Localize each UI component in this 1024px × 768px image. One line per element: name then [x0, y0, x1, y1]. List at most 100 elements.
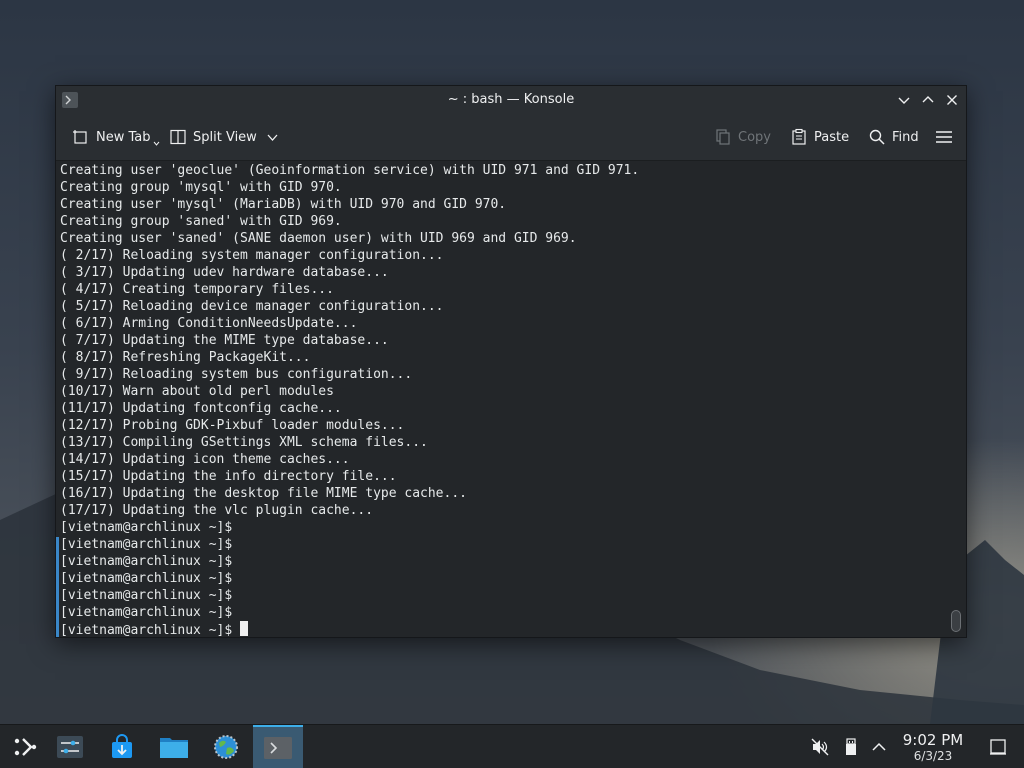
clock-date: 6/3/23	[913, 749, 953, 763]
terminal-line: ( 9/17) Reloading system bus configurati…	[60, 366, 639, 383]
terminal-line-text: ( 7/17) Updating the MIME type database.…	[60, 333, 389, 348]
web-browser-icon	[214, 735, 238, 759]
terminal-line: Creating user 'geoclue' (Geoinformation …	[60, 162, 639, 179]
terminal-line: (11/17) Updating fontconfig cache...	[60, 400, 639, 417]
terminal-line: ( 7/17) Updating the MIME type database.…	[60, 332, 639, 349]
application-launcher-icon	[14, 738, 37, 756]
terminal-line-text: [vietnam@archlinux ~]$	[60, 623, 241, 637]
clock-time: 9:02 PM	[902, 731, 964, 749]
copy-button[interactable]: Copy	[714, 127, 771, 147]
command-marker-bar	[56, 537, 59, 637]
show-desktop-icon	[990, 739, 1006, 755]
terminal-line-text: Creating user 'mysql' (MariaDB) with UID…	[60, 197, 507, 212]
terminal-line-text: (10/17) Warn about old perl modules	[60, 384, 334, 399]
file-manager-button[interactable]	[149, 725, 199, 768]
show-desktop-button[interactable]	[988, 737, 1008, 757]
minimize-button[interactable]	[896, 92, 912, 108]
terminal-line: (15/17) Updating the info directory file…	[60, 468, 639, 485]
copy-icon	[716, 129, 730, 145]
application-launcher-button[interactable]	[0, 725, 50, 768]
terminal-line-text: Creating user 'saned' (SANE daemon user)…	[60, 231, 577, 246]
terminal-line: ( 2/17) Reloading system manager configu…	[60, 247, 639, 264]
new-tab-button[interactable]: New Tab	[72, 127, 160, 147]
terminal-line-text: Creating user 'geoclue' (Geoinformation …	[60, 163, 640, 178]
window-titlebar[interactable]: ~ : bash — Konsole	[56, 86, 966, 114]
terminal-line-text: Creating group 'mysql' with GID 970.	[60, 180, 342, 195]
show-hidden-icons-button[interactable]	[869, 737, 889, 757]
find-button[interactable]: Find	[868, 127, 919, 147]
split-view-icon	[170, 129, 186, 145]
split-view-button[interactable]: Split View	[169, 127, 278, 147]
terminal-line: [vietnam@archlinux ~]$	[60, 536, 639, 553]
search-icon	[869, 129, 885, 145]
terminal-line: (14/17) Updating icon theme caches...	[60, 451, 639, 468]
konsole-window: ~ : bash — Konsole New Tab Split View Co…	[55, 85, 967, 638]
terminal-line: ( 4/17) Creating temporary files...	[60, 281, 639, 298]
terminal-lines: Creating user 'geoclue' (Geoinformation …	[60, 162, 639, 637]
terminal-line: (12/17) Probing GDK-Pixbuf loader module…	[60, 417, 639, 434]
terminal-line-text: (12/17) Probing GDK-Pixbuf loader module…	[60, 418, 405, 433]
terminal-line: ( 3/17) Updating udev hardware database.…	[60, 264, 639, 281]
terminal-line-text: (11/17) Updating fontconfig cache...	[60, 401, 342, 416]
usb-device-icon	[846, 738, 856, 755]
paste-label: Paste	[814, 129, 850, 145]
discover-store-button[interactable]	[97, 725, 147, 768]
chevron-down-icon	[898, 97, 910, 104]
system-settings-icon	[57, 736, 83, 758]
terminal-line-text: (16/17) Updating the desktop file MIME t…	[60, 486, 467, 501]
find-label: Find	[892, 129, 919, 145]
terminal-line-text: (13/17) Compiling GSettings XML schema f…	[60, 435, 428, 450]
konsole-toolbar: New Tab Split View Copy Paste Find	[56, 114, 966, 161]
volume-muted-icon	[811, 738, 829, 756]
terminal-line: (10/17) Warn about old perl modules	[60, 383, 639, 400]
terminal-line-text: [vietnam@archlinux ~]$	[60, 605, 233, 620]
terminal-line-text: (14/17) Updating icon theme caches...	[60, 452, 350, 467]
terminal-line-text: [vietnam@archlinux ~]$	[60, 537, 233, 552]
scrollbar-thumb[interactable]	[951, 610, 961, 632]
web-browser-button[interactable]	[201, 725, 251, 768]
taskbar: 9:02 PM 6/3/23	[0, 724, 1024, 768]
system-settings-button[interactable]	[45, 725, 95, 768]
chevron-up-icon	[922, 96, 934, 103]
konsole-task-button[interactable]	[253, 725, 303, 768]
terminal-line: ( 8/17) Refreshing PackageKit...	[60, 349, 639, 366]
hamburger-menu-button[interactable]	[935, 127, 953, 147]
terminal-line: [vietnam@archlinux ~]$	[60, 587, 639, 604]
close-button[interactable]	[944, 92, 960, 108]
terminal-line-text: ( 5/17) Reloading device manager configu…	[60, 299, 444, 314]
terminal-line: [vietnam@archlinux ~]$	[60, 519, 639, 536]
terminal-line: ( 6/17) Arming ConditionNeedsUpdate...	[60, 315, 639, 332]
new-tab-label: New Tab	[96, 129, 151, 145]
split-view-label: Split View	[193, 129, 257, 145]
terminal-scrollbar[interactable]	[946, 161, 966, 637]
terminal-line: [vietnam@archlinux ~]$	[60, 570, 639, 587]
chevron-down-icon	[153, 141, 159, 146]
terminal-line: Creating user 'mysql' (MariaDB) with UID…	[60, 196, 639, 213]
window-title: ~ : bash — Konsole	[447, 92, 575, 107]
maximize-button[interactable]	[920, 92, 936, 108]
terminal-line: Creating user 'saned' (SANE daemon user)…	[60, 230, 639, 247]
paste-button[interactable]: Paste	[790, 127, 849, 147]
hamburger-menu-icon	[936, 131, 952, 143]
terminal-output[interactable]: Creating user 'geoclue' (Geoinformation …	[56, 161, 946, 637]
terminal-line-text: [vietnam@archlinux ~]$	[60, 571, 233, 586]
terminal-line-text: (15/17) Updating the info directory file…	[60, 469, 397, 484]
usb-device-button[interactable]	[841, 737, 861, 757]
konsole-icon	[264, 737, 292, 759]
text-cursor	[240, 621, 249, 636]
terminal-line: [vietnam@archlinux ~]$	[60, 553, 639, 570]
terminal-line-text: [vietnam@archlinux ~]$	[60, 554, 233, 569]
terminal-line-text: Creating group 'saned' with GID 969.	[60, 214, 342, 229]
file-manager-icon	[160, 738, 188, 758]
discover-store-icon	[112, 734, 132, 758]
terminal-line-text: [vietnam@archlinux ~]$	[60, 588, 233, 603]
terminal-line: ( 5/17) Reloading device manager configu…	[60, 298, 639, 315]
terminal-line: Creating group 'saned' with GID 969.	[60, 213, 639, 230]
terminal-line: (13/17) Compiling GSettings XML schema f…	[60, 434, 639, 451]
terminal-line-text: ( 6/17) Arming ConditionNeedsUpdate...	[60, 316, 358, 331]
copy-label: Copy	[738, 129, 771, 145]
digital-clock[interactable]: 9:02 PM 6/3/23	[895, 732, 971, 764]
paste-icon	[792, 128, 806, 145]
terminal-line: Creating group 'mysql' with GID 970.	[60, 179, 639, 196]
volume-button[interactable]	[810, 737, 830, 757]
